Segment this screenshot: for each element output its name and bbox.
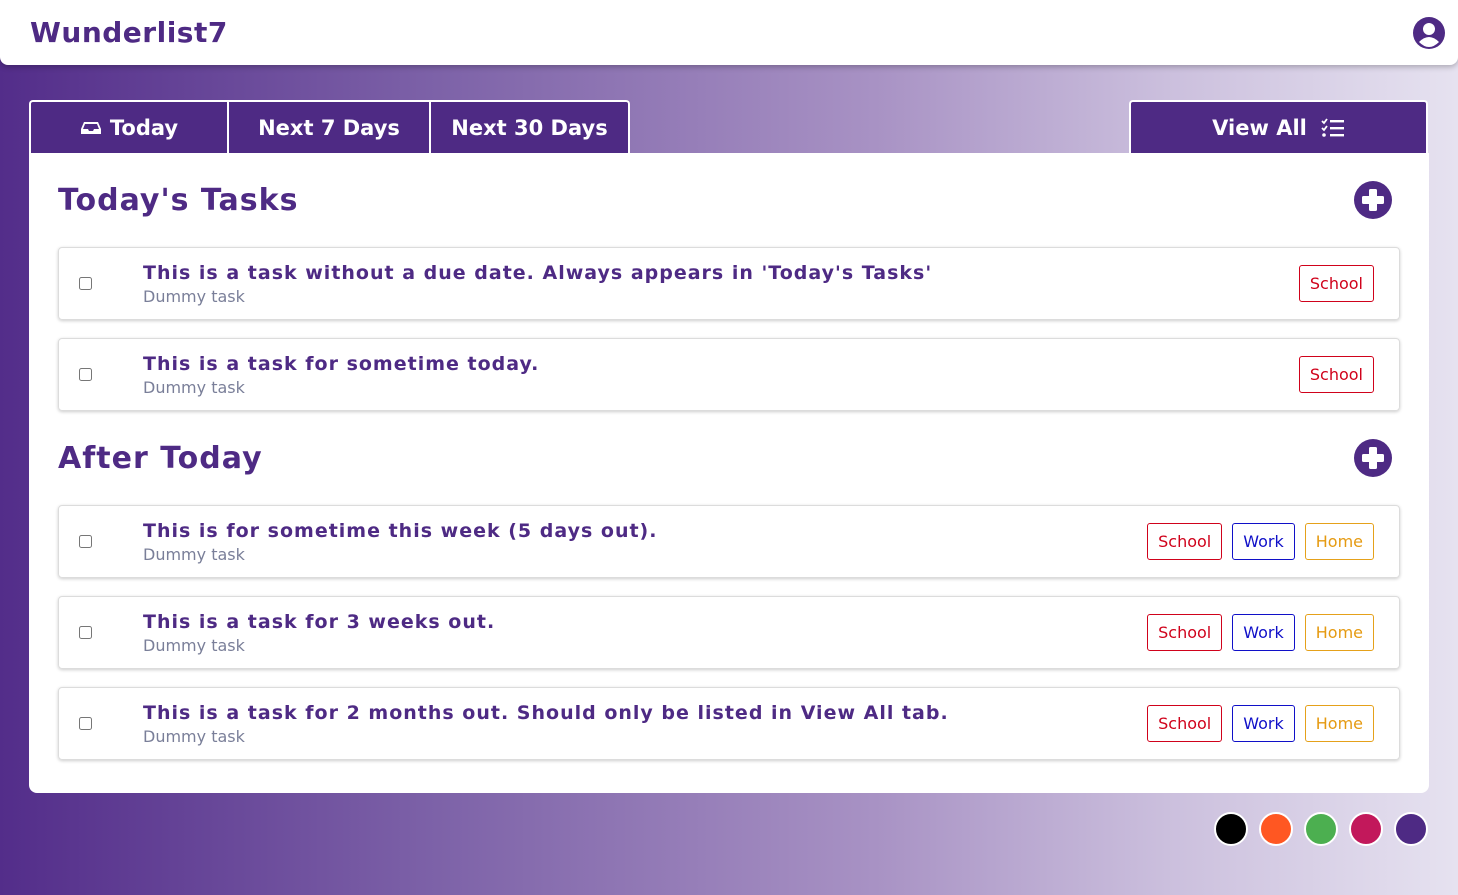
date-filter-tabs: Today Next 7 Days Next 30 Days (29, 100, 630, 153)
tab-view-all[interactable]: View All (1129, 100, 1428, 153)
task-item: This is a task for sometime today. Dummy… (58, 338, 1400, 411)
theme-swatch-purple[interactable] (1394, 812, 1428, 846)
plus-circle-icon[interactable] (1353, 180, 1393, 220)
task-description: Dummy task (143, 544, 245, 564)
task-checkbox[interactable] (79, 717, 92, 730)
tag-school[interactable]: School (1298, 356, 1374, 393)
task-description: Dummy task (143, 377, 245, 397)
section-title: After Today (58, 440, 263, 476)
task-title[interactable]: This is a task for 2 months out. Should … (143, 702, 1147, 724)
tasks-panel: Today's Tasks This is a task without a d… (29, 153, 1429, 793)
theme-swatch-crimson[interactable] (1349, 812, 1383, 846)
theme-color-picker (1214, 812, 1428, 846)
tag-home[interactable]: Home (1304, 705, 1374, 742)
tab-view-all-label: View All (1212, 115, 1307, 140)
task-description: Dummy task (143, 726, 245, 746)
tag-home[interactable]: Home (1304, 614, 1374, 651)
task-title[interactable]: This is for sometime this week (5 days o… (143, 520, 1147, 542)
task-title[interactable]: This is a task without a due date. Alway… (143, 262, 1299, 284)
task-item: This is for sometime this week (5 days o… (58, 505, 1400, 578)
task-description: Dummy task (143, 286, 245, 306)
tag-school[interactable]: School (1147, 614, 1223, 651)
theme-swatch-black[interactable] (1214, 812, 1248, 846)
section-title: Today's Tasks (58, 182, 299, 218)
task-item: This is a task for 2 months out. Should … (58, 687, 1400, 760)
task-item: This is a task without a due date. Alway… (58, 247, 1400, 320)
tab-today-label: Today (109, 115, 179, 140)
task-checkbox[interactable] (79, 368, 92, 381)
tag-work[interactable]: Work (1232, 523, 1295, 560)
todays-tasks-section: Today's Tasks This is a task without a d… (58, 153, 1400, 411)
tag-work[interactable]: Work (1232, 705, 1295, 742)
theme-swatch-orange[interactable] (1259, 812, 1293, 846)
task-item: This is a task for 3 weeks out. Dummy ta… (58, 596, 1400, 669)
tag-home[interactable]: Home (1304, 523, 1374, 560)
tab-next-7-days-label: Next 7 Days (258, 115, 400, 140)
after-today-section: After Today This is for sometime this we… (58, 411, 1400, 760)
tag-school[interactable]: School (1147, 523, 1223, 560)
tag-school[interactable]: School (1298, 265, 1374, 302)
task-title[interactable]: This is a task for sometime today. (143, 353, 1299, 375)
theme-swatch-green[interactable] (1304, 812, 1338, 846)
tab-next-7-days[interactable]: Next 7 Days (229, 100, 431, 153)
tab-next-30-days[interactable]: Next 30 Days (431, 100, 630, 153)
user-circle-icon[interactable] (1412, 16, 1446, 50)
task-checkbox[interactable] (79, 277, 92, 290)
task-checkbox[interactable] (79, 535, 92, 548)
task-description: Dummy task (143, 635, 245, 655)
tab-next-30-days-label: Next 30 Days (451, 115, 608, 140)
checklist-icon (1321, 117, 1344, 137)
tag-work[interactable]: Work (1232, 614, 1295, 651)
task-title[interactable]: This is a task for 3 weeks out. (143, 611, 1147, 633)
inbox-icon (80, 121, 101, 134)
plus-circle-icon[interactable] (1353, 438, 1393, 478)
tag-school[interactable]: School (1147, 705, 1223, 742)
navbar: Wunderlist7 (0, 0, 1458, 65)
task-checkbox[interactable] (79, 626, 92, 639)
app-title[interactable]: Wunderlist7 (30, 16, 228, 49)
tab-today[interactable]: Today (29, 100, 229, 153)
